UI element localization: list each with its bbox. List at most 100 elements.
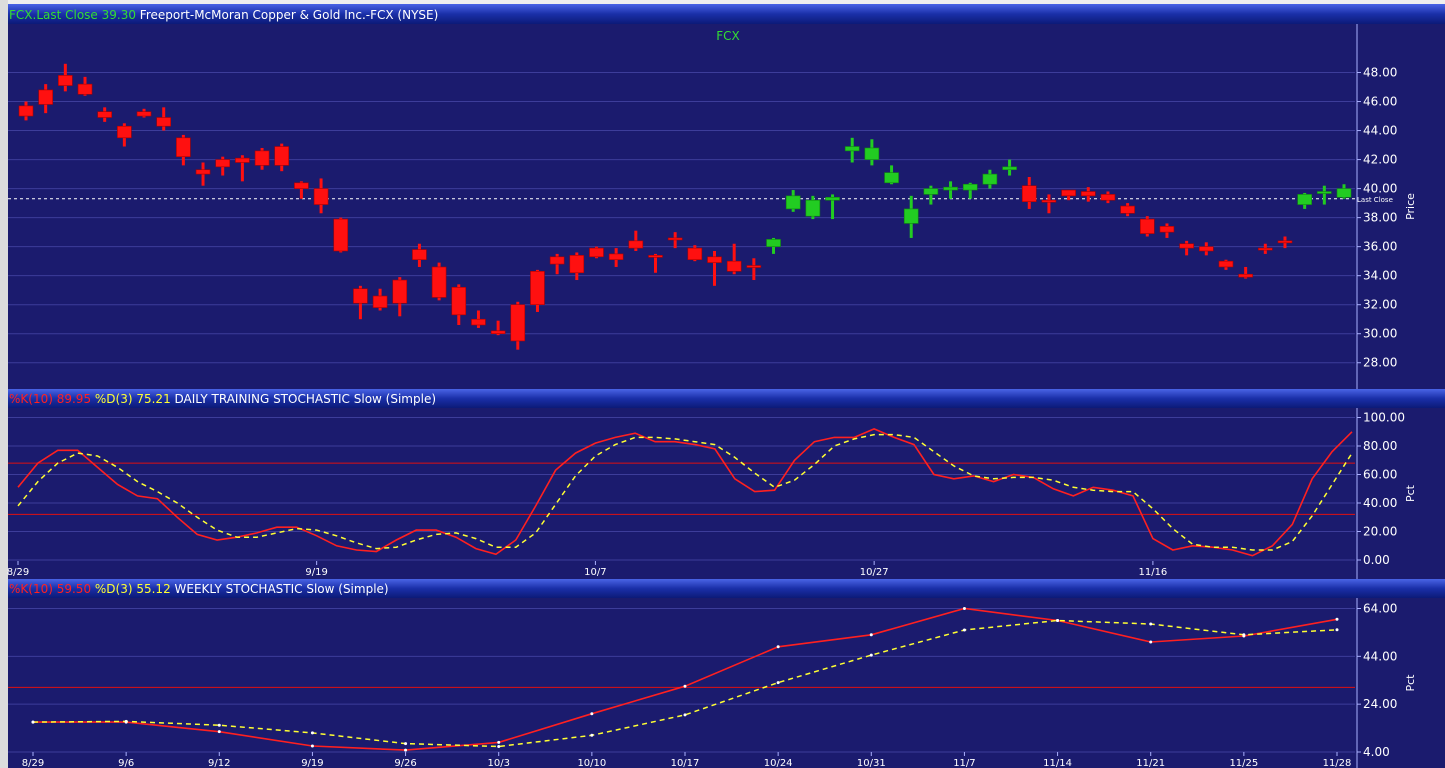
candle-body — [58, 75, 73, 86]
panel-header-text: FCX.Last Close 39.30 Freeport-McMoran Co… — [9, 8, 438, 22]
candle-body — [943, 186, 958, 191]
series-point — [497, 740, 501, 744]
y-tick-label: 20.00 — [1363, 525, 1397, 539]
x-tick-label: 10/24 — [764, 758, 793, 768]
candle-body — [1336, 188, 1352, 198]
candle-body — [294, 182, 309, 189]
candle-body — [726, 260, 742, 272]
y-tick-label: 28.00 — [1363, 356, 1397, 370]
panel-header-text: %K(10) 89.95 %D(3) 75.21 DAILY TRAINING … — [9, 392, 436, 406]
candle-body — [77, 83, 93, 95]
series-point — [869, 633, 873, 637]
candle-body — [648, 255, 663, 258]
chart-title: FCX — [716, 29, 740, 43]
candle-body — [235, 157, 250, 163]
y-tick-label: 48.00 — [1363, 66, 1397, 80]
x-tick-label: 11/28 — [1323, 758, 1352, 768]
x-tick-label: 11/25 — [1229, 758, 1258, 768]
y-tick-label: 44.00 — [1363, 649, 1397, 663]
x-tick-label: 10/17 — [671, 758, 700, 768]
candle-body — [766, 239, 781, 247]
candle-body — [97, 111, 112, 118]
series-point — [31, 720, 35, 724]
y-tick-label: 34.00 — [1363, 269, 1397, 283]
series-point — [404, 742, 408, 746]
header-part-1: FCX.Last Close 39.30 — [9, 8, 136, 22]
y-axis-label: Pct — [1404, 484, 1417, 502]
y-tick-label: 38.00 — [1363, 211, 1397, 225]
candle-body — [1258, 247, 1273, 251]
y-tick-label: 46.00 — [1363, 95, 1397, 109]
x-tick-label: 10/10 — [577, 758, 606, 768]
x-tick-label: 9/12 — [208, 758, 230, 768]
candle-body — [1041, 199, 1057, 203]
candle-body — [333, 218, 349, 252]
candle-body — [667, 237, 683, 241]
last-close-label: Last Close — [1357, 196, 1393, 204]
candle-body — [962, 183, 978, 191]
candle-body — [117, 125, 132, 139]
series-point — [776, 681, 780, 685]
header-part-1: %K(10) 89.95 — [9, 392, 91, 406]
y-tick-label: 40.00 — [1363, 496, 1397, 510]
x-tick-label: 11/14 — [1043, 758, 1072, 768]
candle-body — [687, 247, 703, 261]
x-tick-label: 10/3 — [487, 758, 509, 768]
candle-body — [431, 266, 447, 298]
candle-body — [1159, 226, 1175, 233]
series-point — [310, 731, 314, 735]
plot-area — [8, 408, 1445, 579]
series-point — [217, 723, 221, 727]
candle-body — [156, 117, 172, 127]
candle-body — [392, 279, 408, 304]
header-part-1: %K(10) 59.50 — [9, 582, 91, 596]
y-tick-label: 44.00 — [1363, 124, 1397, 138]
series-point — [217, 730, 221, 734]
header-part-3: DAILY TRAINING STOCHASTIC Slow (Simple) — [171, 392, 436, 406]
x-tick-label: 11/16 — [1138, 567, 1167, 578]
candle-body — [1317, 191, 1332, 194]
candle-body — [982, 173, 998, 185]
candle-body — [1100, 194, 1116, 201]
candle-body — [608, 253, 624, 261]
candle-body — [1238, 273, 1253, 278]
series-point — [962, 628, 966, 632]
y-tick-label: 80.00 — [1363, 439, 1397, 453]
x-tick-label: 10/31 — [857, 758, 886, 768]
candle-body — [1139, 218, 1155, 234]
candle-body — [38, 89, 53, 105]
candle-body — [549, 256, 565, 265]
candle-body — [215, 159, 231, 168]
candle-body — [746, 265, 762, 268]
series-point — [683, 713, 687, 717]
header-part-2: Freeport-McMoran Copper & Gold Inc.-FCX … — [136, 8, 438, 22]
candle-body — [1120, 205, 1135, 214]
left-gutter — [0, 0, 8, 768]
candle-body — [471, 318, 486, 326]
series-point — [310, 744, 314, 748]
series-point — [869, 653, 873, 657]
y-tick-label: 60.00 — [1363, 468, 1397, 482]
candle-body — [785, 195, 801, 210]
plot-area — [8, 598, 1445, 768]
candle-body — [825, 197, 840, 201]
candle-body — [628, 240, 644, 249]
candle-body — [274, 146, 290, 166]
series-point — [1242, 633, 1246, 637]
candle-body — [195, 169, 211, 175]
header-part-2: %D(3) 75.21 — [91, 392, 171, 406]
candle-body — [136, 111, 152, 117]
candle-body — [412, 249, 427, 261]
x-tick-label: 8/29 — [7, 567, 29, 578]
x-tick-label: 9/6 — [118, 758, 134, 768]
candle-body — [923, 188, 939, 195]
candle-body — [884, 172, 899, 184]
candle-body — [510, 304, 526, 342]
series-point — [404, 748, 408, 752]
y-tick-label: 100.00 — [1363, 411, 1405, 425]
header-part-2: %D(3) 55.12 — [91, 582, 171, 596]
y-tick-label: 30.00 — [1363, 327, 1397, 341]
candle-body — [1061, 189, 1076, 197]
candle-body — [353, 288, 368, 304]
candle-body — [1277, 240, 1293, 244]
